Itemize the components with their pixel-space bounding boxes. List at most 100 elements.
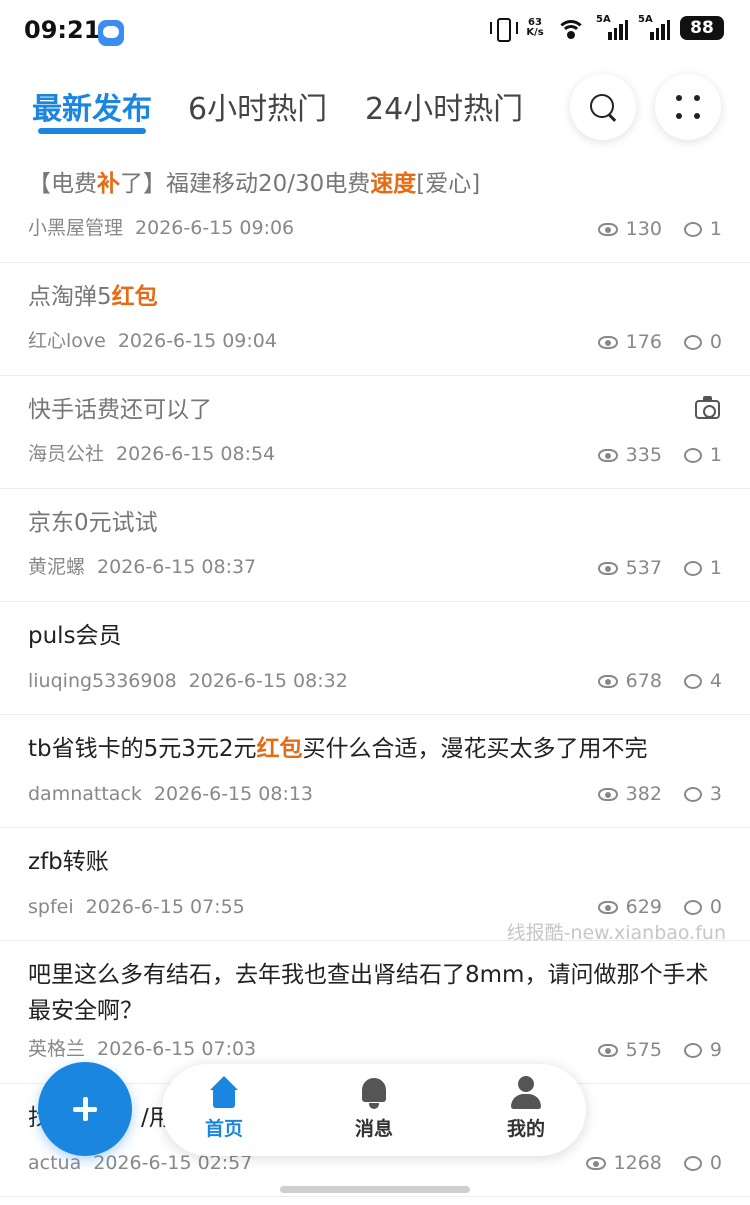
comment-count: 1	[709, 444, 722, 466]
tab-6h-hot[interactable]: 6小时热门	[188, 84, 327, 128]
post-title: 点淘弹5红包	[28, 263, 722, 315]
post-stats: 382 3	[597, 783, 722, 805]
post-stats: 1268 0	[585, 1152, 722, 1174]
eye-icon	[597, 222, 618, 236]
post-stats: 537 1	[597, 557, 722, 579]
signal-label: 5A	[596, 14, 611, 25]
post-stats: 629 0	[597, 896, 722, 918]
post-item[interactable]: 【电费补了】福建移动20/30电费速度[爱心] 小黑屋管理 2026-6-15 0…	[0, 150, 750, 263]
new-post-button[interactable]	[38, 1062, 132, 1156]
comment-icon	[683, 673, 702, 689]
nav-item-messages[interactable]: 消息	[334, 1076, 414, 1141]
view-count: 130	[625, 218, 662, 240]
comment-count: 4	[709, 670, 722, 692]
post-time: 2026-6-15 08:37	[97, 556, 257, 578]
user-icon	[508, 1076, 544, 1110]
watermark: 线报酷-new.xianbao.fun	[506, 922, 726, 944]
post-stats: 678 4	[597, 670, 722, 692]
cellular-signal-icon-2: 5A	[638, 14, 670, 40]
post-author[interactable]: spfei	[28, 896, 74, 918]
more-button[interactable]	[655, 74, 721, 140]
post-item[interactable]: 京东0元试试 黄泥螺 2026-6-15 08:37 537 1	[0, 489, 750, 602]
post-author[interactable]: 小黑屋管理	[28, 217, 123, 239]
network-speed: 63 K/s	[524, 18, 546, 38]
post-meta: 红心love 2026-6-15 09:04	[28, 326, 277, 353]
title-highlight: 红包	[256, 736, 303, 762]
post-author[interactable]: damnattack	[28, 783, 142, 805]
comment-icon	[683, 899, 702, 915]
nav-item-profile[interactable]: 我的	[486, 1076, 566, 1141]
post-author[interactable]: liuqing5336908	[28, 670, 177, 692]
post-item[interactable]: 快手话费还可以了 海员公社 2026-6-15 08:54 335 1	[0, 376, 750, 489]
post-time: 2026-6-15 08:13	[153, 783, 314, 805]
post-list: 【电费补了】福建移动20/30电费速度[爱心] 小黑屋管理 2026-6-15 0…	[0, 150, 750, 1197]
post-time: 2026-6-15 07:55	[85, 896, 245, 918]
status-bar: 09:21 63 K/s 5A 5A 88	[0, 0, 750, 66]
title-text: 买什么合适，漫花买太多了用不完	[302, 736, 648, 762]
home-indicator[interactable]	[280, 1186, 470, 1193]
post-time: 2026-6-15 08:54	[116, 443, 276, 465]
post-title: 【电费补了】福建移动20/30电费速度[爱心]	[28, 150, 722, 202]
camera-icon	[695, 396, 720, 419]
eye-icon	[597, 674, 618, 688]
post-meta: 小黑屋管理 2026-6-15 09:06	[28, 213, 294, 240]
post-author[interactable]: 黄泥螺	[28, 556, 85, 578]
post-item[interactable]: puls会员 liuqing5336908 2026-6-15 08:32 678…	[0, 602, 750, 715]
comment-count: 9	[709, 1039, 722, 1061]
post-title: tb省钱卡的5元3元2元红包买什么合适，漫花买太多了用不完	[28, 715, 722, 767]
post-meta: damnattack 2026-6-15 08:13	[28, 783, 313, 805]
title-highlight: 补	[97, 171, 120, 197]
view-count: 382	[625, 783, 662, 805]
comment-count: 0	[709, 1152, 722, 1174]
post-author[interactable]: actua	[28, 1152, 81, 1174]
tab-latest[interactable]: 最新发布	[32, 84, 152, 128]
comment-count: 1	[709, 557, 722, 579]
view-count: 1268	[613, 1152, 662, 1174]
post-item[interactable]: 点淘弹5红包 红心love 2026-6-15 09:04 176 0	[0, 263, 750, 376]
four-dots-icon	[674, 93, 702, 121]
comment-count: 3	[709, 783, 722, 805]
post-author[interactable]: 英格兰	[28, 1038, 85, 1060]
post-title: 京东0元试试	[28, 510, 158, 536]
post-title: zfb转账	[28, 849, 109, 875]
eye-icon	[597, 561, 618, 575]
comment-count: 0	[709, 331, 722, 353]
title-text: tb省钱卡的5元3元2元	[28, 736, 257, 762]
bell-icon	[356, 1076, 392, 1110]
post-stats: 130 1	[597, 218, 722, 240]
post-stats: 176 0	[597, 331, 722, 353]
network-speed-unit: K/s	[526, 27, 544, 38]
post-title: 快手话费还可以了	[28, 397, 212, 423]
post-item[interactable]: tb省钱卡的5元3元2元红包买什么合适，漫花买太多了用不完 damnattack…	[0, 715, 750, 828]
post-title: 吧里这么多有结石，去年我也查出肾结石了8mm，请问做那个手术最安全啊？	[28, 962, 709, 1024]
view-count: 335	[625, 444, 662, 466]
status-indicators: 63 K/s 5A 5A 88	[490, 14, 724, 42]
title-highlight: 红包	[111, 284, 158, 310]
home-icon	[206, 1076, 242, 1110]
nav-item-home[interactable]: 首页	[184, 1076, 264, 1141]
post-time: 2026-6-15 09:04	[117, 330, 277, 352]
search-button[interactable]	[570, 74, 636, 140]
view-count: 575	[625, 1039, 662, 1061]
nav-label: 消息	[354, 1118, 393, 1140]
comment-icon	[683, 1042, 702, 1058]
eye-icon	[597, 900, 618, 914]
comment-icon	[683, 1155, 702, 1171]
battery-indicator: 88	[680, 16, 724, 40]
post-author[interactable]: 海员公社	[28, 443, 104, 465]
comment-icon	[683, 786, 702, 802]
search-icon	[588, 92, 618, 122]
tab-24h-hot[interactable]: 24小时热门	[365, 84, 523, 128]
title-text: 【电费	[28, 171, 97, 197]
comment-icon	[683, 560, 702, 576]
post-time: 2026-6-15 07:03	[97, 1038, 257, 1060]
post-item[interactable]: 吧里这么多有结石，去年我也查出肾结石了8mm，请问做那个手术最安全啊？ 英格兰 2…	[0, 941, 750, 1084]
comment-icon	[683, 334, 702, 350]
title-highlight: 速度	[370, 171, 417, 197]
view-count: 537	[625, 557, 662, 579]
eye-icon	[597, 1043, 618, 1057]
post-author[interactable]: 红心love	[28, 330, 106, 352]
post-meta: 英格兰 2026-6-15 07:03	[28, 1034, 256, 1061]
eye-icon	[597, 787, 618, 801]
status-time: 09:21	[24, 16, 101, 44]
